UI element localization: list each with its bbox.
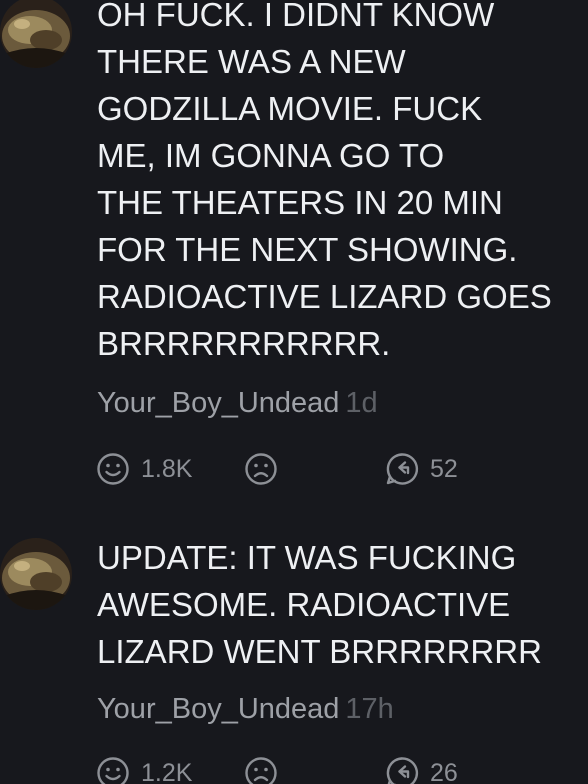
comment-actions: 1.2K 26 <box>96 755 576 784</box>
like-button[interactable]: 1.2K <box>96 755 192 784</box>
smile-icon <box>97 453 129 485</box>
dislike-button[interactable] <box>244 451 278 487</box>
reply-count: 26 <box>430 758 458 784</box>
reply-count: 52 <box>430 454 458 483</box>
comment-text: UPDATE: IT WAS FUCKING AWESOME. RADIOACT… <box>97 539 542 670</box>
smile-icon <box>97 757 129 784</box>
comment-actions: 1.8K 52 <box>96 451 576 487</box>
comment-meta: Your_Boy_Undead 1d <box>97 386 378 420</box>
like-count: 1.8K <box>141 454 193 483</box>
frown-icon <box>245 453 277 485</box>
reply-bubble-icon <box>386 757 419 784</box>
timestamp: 1d <box>345 387 378 419</box>
reply-button[interactable]: 26 <box>385 755 458 784</box>
username[interactable]: Your_Boy_Undead <box>97 693 339 725</box>
dislike-button[interactable] <box>244 755 278 784</box>
comment-text: OH FUCK. I DIDNT KNOW THERE WAS A NEW GO… <box>97 0 552 362</box>
like-count: 1.2K <box>141 758 193 784</box>
like-button[interactable]: 1.8K <box>96 451 192 487</box>
timestamp: 17h <box>345 693 394 725</box>
avatar[interactable] <box>0 0 72 68</box>
username[interactable]: Your_Boy_Undead <box>97 387 339 419</box>
reply-bubble-icon <box>386 453 419 485</box>
reply-button[interactable]: 52 <box>385 451 458 487</box>
avatar[interactable] <box>0 538 72 610</box>
frown-icon <box>245 757 277 784</box>
comment-meta: Your_Boy_Undead 17h <box>97 692 394 726</box>
